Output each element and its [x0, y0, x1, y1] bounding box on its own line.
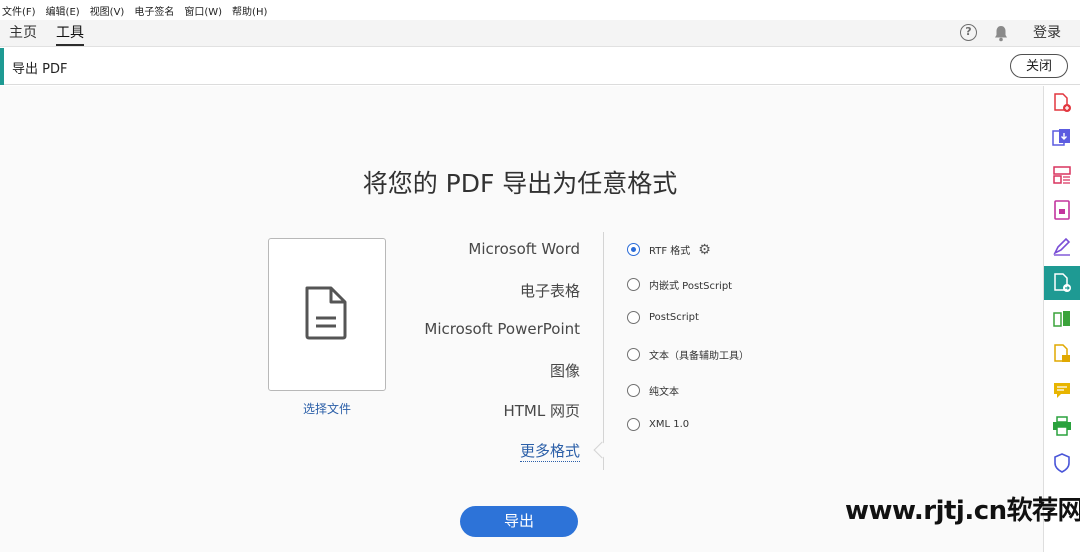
protect-icon[interactable] [1052, 453, 1072, 473]
fill-sign-icon[interactable] [1052, 236, 1072, 256]
export-pdf-active-icon[interactable] [1052, 273, 1072, 293]
option-accessible-text[interactable]: 文本（具备辅助工具） [627, 347, 749, 362]
print-production-icon[interactable] [1052, 416, 1072, 436]
radio-postscript[interactable] [627, 311, 640, 324]
option-label: PostScript [649, 312, 699, 323]
tool-accent-bar [0, 48, 4, 85]
page-title: 将您的 PDF 导出为任意格式 [362, 169, 678, 198]
option-label: XML 1.0 [649, 419, 690, 430]
tool-title: 导出 PDF [12, 62, 68, 77]
export-panel: 将您的 PDF 导出为任意格式 选择文件 Microsoft Word 电子表格… [0, 86, 1043, 552]
format-html[interactable]: HTML 网页 [503, 400, 580, 421]
scan-icon[interactable] [1052, 344, 1072, 364]
export-pdf-icon[interactable] [1052, 128, 1072, 148]
option-rtf[interactable]: RTF 格式 ⚙ [627, 242, 711, 257]
tools-rail [1043, 86, 1080, 552]
menu-edit[interactable]: 编辑(E) [46, 3, 80, 18]
create-pdf-icon[interactable] [1052, 93, 1072, 113]
top-nav: 主页 工具 ? 登录 [0, 20, 1080, 47]
menu-esign[interactable]: 电子签名 [134, 3, 174, 18]
tab-tools[interactable]: 工具 [56, 20, 84, 47]
option-xml[interactable]: XML 1.0 [627, 418, 689, 431]
menu-view[interactable]: 视图(V) [90, 3, 125, 18]
file-drop-box[interactable] [268, 238, 386, 391]
watermark-text: www.rjtj.cn软荐网 [845, 496, 1080, 526]
menu-window[interactable]: 窗口(W) [184, 3, 222, 18]
close-button[interactable]: 关闭 [1010, 54, 1068, 78]
format-spreadsheet[interactable]: 电子表格 [520, 280, 580, 301]
option-plain-text[interactable]: 纯文本 [627, 383, 679, 398]
selection-pointer [593, 441, 611, 459]
radio-plain-text[interactable] [627, 384, 640, 397]
radio-rtf[interactable] [627, 243, 640, 256]
format-powerpoint[interactable]: Microsoft PowerPoint [424, 320, 580, 338]
menu-help[interactable]: 帮助(H) [232, 3, 267, 18]
compare-files-icon[interactable] [1052, 309, 1072, 329]
menu-file[interactable]: 文件(F) [2, 3, 36, 18]
edit-pdf-icon[interactable] [1052, 200, 1072, 220]
tab-home[interactable]: 主页 [9, 20, 37, 47]
comment-icon[interactable] [1052, 380, 1072, 400]
document-icon [305, 286, 347, 340]
radio-embedded-postscript[interactable] [627, 278, 640, 291]
option-label: 内嵌式 PostScript [649, 281, 733, 292]
radio-accessible-text[interactable] [627, 348, 640, 361]
export-button[interactable]: 导出 [460, 506, 578, 537]
format-divider [603, 232, 604, 470]
notification-bell-icon[interactable] [993, 25, 1009, 42]
choose-file-link[interactable]: 选择文件 [268, 400, 386, 417]
option-postscript[interactable]: PostScript [627, 311, 699, 324]
format-image[interactable]: 图像 [550, 360, 580, 381]
tool-header: 导出 PDF 关闭 [0, 48, 1080, 85]
radio-xml[interactable] [627, 418, 640, 431]
format-more[interactable]: 更多格式 [519, 440, 580, 462]
option-embedded-postscript[interactable]: 内嵌式 PostScript [627, 277, 732, 292]
organize-pages-icon[interactable] [1052, 165, 1072, 185]
option-label: 文本（具备辅助工具） [649, 351, 749, 362]
login-link[interactable]: 登录 [1033, 20, 1061, 47]
option-label: RTF 格式 [649, 246, 691, 257]
help-icon[interactable]: ? [960, 24, 977, 41]
gear-icon[interactable]: ⚙ [698, 243, 711, 257]
format-word[interactable]: Microsoft Word [468, 240, 580, 258]
menu-bar: 文件(F) 编辑(E) 视图(V) 电子签名 窗口(W) 帮助(H) [0, 0, 1080, 20]
option-label: 纯文本 [649, 387, 679, 398]
